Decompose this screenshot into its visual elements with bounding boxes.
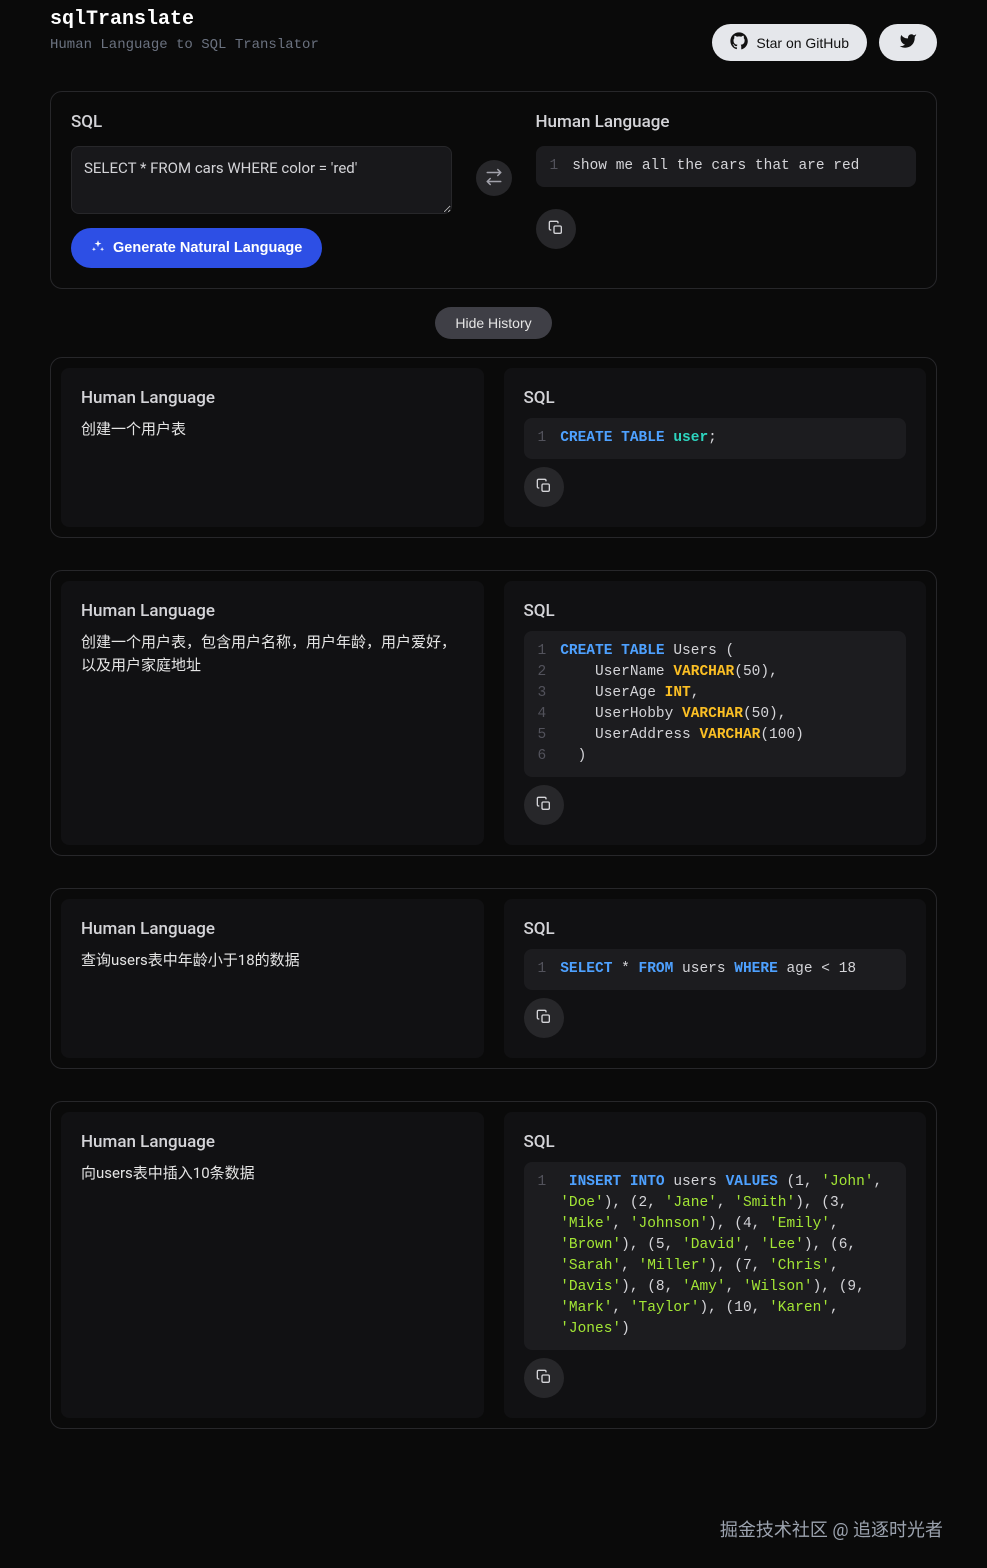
history-item: Human Language 创建一个用户表 SQL 1 CREATE TABLE us… [50,357,937,538]
history-sql-code: 123456 CREATE TABLE Users ( UserName VARC… [524,631,907,777]
github-button[interactable]: Star on GitHub [712,24,867,61]
copy-icon [536,1009,552,1028]
history-sql-label: SQL [524,919,907,939]
translator-card: SQL Generate Natural Language Human Lang… [50,91,937,289]
history-human-text: 创建一个用户表，包含用户名称，用户年龄，用户爱好，以及用户家庭地址 [81,631,464,676]
swap-button[interactable] [476,160,512,196]
generate-button[interactable]: Generate Natural Language [71,228,322,268]
history-human-text: 向users表中插入10条数据 [81,1162,464,1185]
history-human-text: 创建一个用户表 [81,418,464,441]
hide-history-button[interactable]: Hide History [435,307,551,339]
sql-input-column: SQL Generate Natural Language [71,112,452,268]
human-output-code: 1 show me all the cars that are red [536,146,917,187]
header: sqlTranslate Human Language to SQL Trans… [50,0,937,91]
history-human-column: Human Language 创建一个用户表，包含用户名称，用户年龄，用户爱好，以… [61,581,484,845]
history-sql-code: 1 INSERT INTO users VALUES (1, 'John', '… [524,1162,907,1350]
header-buttons: Star on GitHub [712,24,937,61]
copy-button[interactable] [524,998,564,1038]
line-gutter: 1 [538,428,547,449]
history-sql-column: SQL 1 CREATE TABLE user; [504,368,927,527]
sql-input-label: SQL [71,112,452,132]
history-human-label: Human Language [81,919,464,939]
watermark: 掘金技术社区 @ 追逐时光者 [720,1516,943,1542]
history-list: Human Language 创建一个用户表 SQL 1 CREATE TABLE us… [50,357,937,1429]
copy-icon [536,478,552,497]
history-item: Human Language 创建一个用户表，包含用户名称，用户年龄，用户爱好，以… [50,570,937,856]
line-gutter: 123456 [538,641,547,767]
line-gutter: 1 [538,1172,547,1340]
app-title: sqlTranslate [50,8,319,31]
history-human-column: Human Language 创建一个用户表 [61,368,484,527]
twitter-button[interactable] [879,24,937,61]
github-icon [730,32,748,53]
history-toggle-row: Hide History [50,307,937,339]
history-sql-text: CREATE TABLE Users ( UserName VARCHAR(50… [560,641,892,767]
history-sql-code: 1 CREATE TABLE user; [524,418,907,459]
history-sql-column: SQL 1 INSERT INTO users VALUES (1, 'John'… [504,1112,927,1418]
history-human-label: Human Language [81,388,464,408]
sql-input[interactable] [71,146,452,214]
copy-icon [536,1369,552,1388]
line-gutter: 1 [550,156,559,177]
history-human-column: Human Language 查询users表中年龄小于18的数据 [61,899,484,1058]
github-label: Star on GitHub [756,35,849,51]
history-sql-text: INSERT INTO users VALUES (1, 'John', 'Do… [560,1172,892,1340]
copy-button[interactable] [524,1358,564,1398]
history-human-text: 查询users表中年龄小于18的数据 [81,949,464,972]
history-item: Human Language 向users表中插入10条数据 SQL 1 INSERT… [50,1101,937,1429]
line-gutter: 1 [538,959,547,980]
copy-button[interactable] [524,785,564,825]
copy-icon [548,220,564,239]
human-output-text: show me all the cars that are red [572,156,902,177]
copy-button[interactable] [536,209,576,249]
swap-icon [485,168,503,189]
human-output-column: Human Language 1 show me all the cars th… [536,112,917,249]
copy-icon [536,796,552,815]
app-subtitle: Human Language to SQL Translator [50,37,319,53]
history-sql-label: SQL [524,1132,907,1152]
history-sql-column: SQL 1 SELECT * FROM users WHERE age < 18 [504,899,927,1058]
history-human-label: Human Language [81,601,464,621]
twitter-icon [899,32,917,53]
history-sql-code: 1 SELECT * FROM users WHERE age < 18 [524,949,907,990]
copy-button[interactable] [524,467,564,507]
history-sql-column: SQL 123456 CREATE TABLE Users ( UserName V… [504,581,927,845]
human-output-label: Human Language [536,112,917,132]
generate-label: Generate Natural Language [113,240,302,256]
title-block: sqlTranslate Human Language to SQL Trans… [50,8,319,53]
history-sql-label: SQL [524,388,907,408]
history-sql-text: CREATE TABLE user; [560,428,892,449]
history-sql-text: SELECT * FROM users WHERE age < 18 [560,959,892,980]
history-sql-label: SQL [524,601,907,621]
history-human-label: Human Language [81,1132,464,1152]
history-human-column: Human Language 向users表中插入10条数据 [61,1112,484,1418]
sparkle-icon [91,239,105,257]
history-item: Human Language 查询users表中年龄小于18的数据 SQL 1 SELE… [50,888,937,1069]
